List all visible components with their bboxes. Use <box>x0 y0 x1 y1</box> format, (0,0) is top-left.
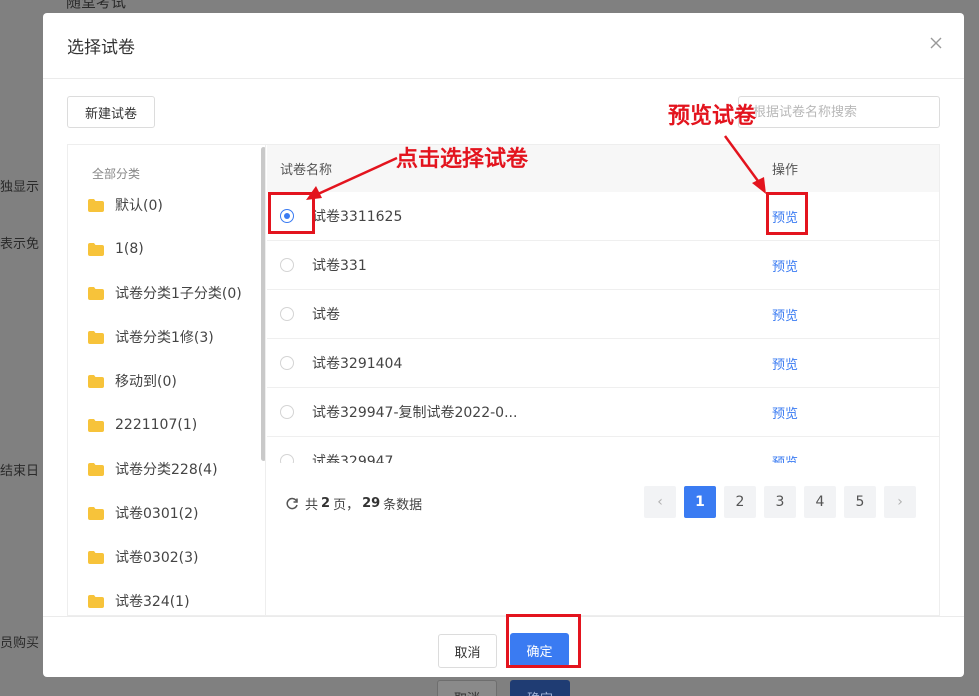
row-radio[interactable] <box>280 307 294 321</box>
annotation-preview-box <box>766 192 808 235</box>
next-page-button[interactable]: › <box>884 486 916 518</box>
bg-top-title: 随堂考试 <box>66 0 127 11</box>
bg-cancel-button: 取消 <box>437 680 497 696</box>
tree-item[interactable]: 试卷324(1) <box>88 590 190 612</box>
paper-name: 试卷3291404 <box>312 356 403 372</box>
tree-item-label: 试卷分类1修(3) <box>115 330 214 346</box>
col-header-name: 试卷名称 <box>280 163 333 178</box>
tree-scrollbar[interactable] <box>261 147 265 461</box>
pagination-info: 共 2 页， 29 条数据 <box>285 494 422 513</box>
folder-icon <box>88 418 104 432</box>
row-radio[interactable] <box>280 454 294 463</box>
dialog-footer: 取消 确定 <box>43 616 964 677</box>
paper-name: 试卷 <box>312 307 340 323</box>
pagination-record-count: 29 <box>362 496 381 511</box>
folder-icon <box>88 330 104 344</box>
table-row[interactable]: 试卷 预览 <box>267 290 939 339</box>
page-1[interactable]: 1 <box>684 486 716 518</box>
table-row[interactable]: 试卷3311625 预览 <box>267 192 939 241</box>
tree-item-label: 1(8) <box>115 241 144 257</box>
table-row[interactable]: 试卷331 预览 <box>267 241 939 290</box>
table-header: 试卷名称 操作 <box>267 145 939 192</box>
page-3[interactable]: 3 <box>764 486 796 518</box>
paper-name: 试卷329947-复制试卷2022-0... <box>312 405 518 421</box>
new-paper-button[interactable]: 新建试卷 <box>67 96 155 128</box>
folder-icon <box>88 198 104 212</box>
annotation-select-box <box>268 192 315 234</box>
paper-name: 试卷331 <box>312 258 367 274</box>
tree-item-label: 试卷0301(2) <box>115 506 199 522</box>
annotation-confirm-box <box>506 614 581 668</box>
bg-fragment-end: 结束日 <box>0 464 40 479</box>
close-icon[interactable] <box>928 35 944 51</box>
pagination-mid: 页， <box>333 498 360 513</box>
pagination-suffix: 条数据 <box>383 498 423 513</box>
table-row[interactable]: 试卷329947-复制试卷2022-0... 预览 <box>267 388 939 437</box>
folder-icon <box>88 462 104 476</box>
paper-name: 试卷329947 <box>312 454 394 463</box>
page-2[interactable]: 2 <box>724 486 756 518</box>
tree-item[interactable]: 1(8) <box>88 238 144 260</box>
tree-item[interactable]: 试卷分类228(4) <box>88 458 218 480</box>
table-row[interactable]: 试卷329947 预览 <box>267 437 939 463</box>
paper-name: 试卷3311625 <box>312 209 403 225</box>
tree-item-label: 默认(0) <box>115 198 163 214</box>
content-frame: 全部分类 默认(0) 1(8) 试卷分类1子分类(0) 试卷分类1修(3) 移动… <box>67 144 940 617</box>
paper-table: 试卷名称 操作 试卷3311625 预览 试卷331 预览 试卷 预览 试卷32… <box>267 145 939 463</box>
bg-fragment-display: 独显示 <box>0 180 40 195</box>
tree-item-label: 试卷0302(3) <box>115 550 199 566</box>
row-radio[interactable] <box>280 405 294 419</box>
preview-link[interactable]: 预览 <box>772 256 798 275</box>
folder-icon <box>88 286 104 300</box>
tree-item[interactable]: 移动到(0) <box>88 370 177 392</box>
cancel-button[interactable]: 取消 <box>438 634 497 668</box>
folder-icon <box>88 594 104 608</box>
tree-item-label: 试卷324(1) <box>115 594 190 610</box>
bg-fragment-buy: 员购买 <box>0 636 40 651</box>
pagination-prefix: 共 <box>305 498 319 513</box>
dialog-header: 选择试卷 <box>43 13 964 79</box>
col-header-op: 操作 <box>772 163 799 178</box>
row-radio[interactable] <box>280 356 294 370</box>
tree-item[interactable]: 试卷分类1修(3) <box>88 326 214 348</box>
preview-link[interactable]: 预览 <box>772 403 798 422</box>
page-4[interactable]: 4 <box>804 486 836 518</box>
bg-ok-button: 确定 <box>510 680 570 696</box>
annotation-preview-hint: 预览试卷 <box>668 103 757 129</box>
tree-item[interactable]: 2221107(1) <box>88 414 197 436</box>
tree-item-label: 2221107(1) <box>115 417 198 433</box>
folder-icon <box>88 506 104 520</box>
category-tree: 全部分类 默认(0) 1(8) 试卷分类1子分类(0) 试卷分类1修(3) 移动… <box>68 145 266 617</box>
tree-item[interactable]: 试卷0302(3) <box>88 546 198 568</box>
tree-item[interactable]: 试卷0301(2) <box>88 502 198 524</box>
prev-page-button[interactable]: ‹ <box>644 486 676 518</box>
tree-item-label: 试卷分类1子分类(0) <box>115 286 242 302</box>
preview-link[interactable]: 预览 <box>772 452 798 464</box>
dialog-title: 选择试卷 <box>67 38 135 58</box>
preview-link[interactable]: 预览 <box>772 354 798 373</box>
table-row[interactable]: 试卷3291404 预览 <box>267 339 939 388</box>
folder-icon <box>88 242 104 256</box>
tree-item[interactable]: 默认(0) <box>88 194 163 216</box>
page-5[interactable]: 5 <box>844 486 876 518</box>
select-paper-dialog: 选择试卷 新建试卷 全部分类 默认(0) 1(8) 试卷分类1子分类(0) 试卷… <box>43 13 964 677</box>
bg-fragment-show: 表示免 <box>0 237 40 252</box>
refresh-icon[interactable] <box>285 497 299 511</box>
folder-icon <box>88 374 104 388</box>
tree-item-label: 移动到(0) <box>115 374 177 390</box>
annotation-select-hint: 点击选择试卷 <box>396 146 529 172</box>
tree-item[interactable]: 试卷分类1子分类(0) <box>88 282 242 304</box>
folder-icon <box>88 550 104 564</box>
search-input[interactable] <box>738 96 940 128</box>
row-radio[interactable] <box>280 258 294 272</box>
preview-link[interactable]: 预览 <box>772 305 798 324</box>
pagination-page-count: 2 <box>321 496 331 511</box>
tree-header-all[interactable]: 全部分类 <box>92 165 140 182</box>
tree-item-label: 试卷分类228(4) <box>115 462 218 478</box>
